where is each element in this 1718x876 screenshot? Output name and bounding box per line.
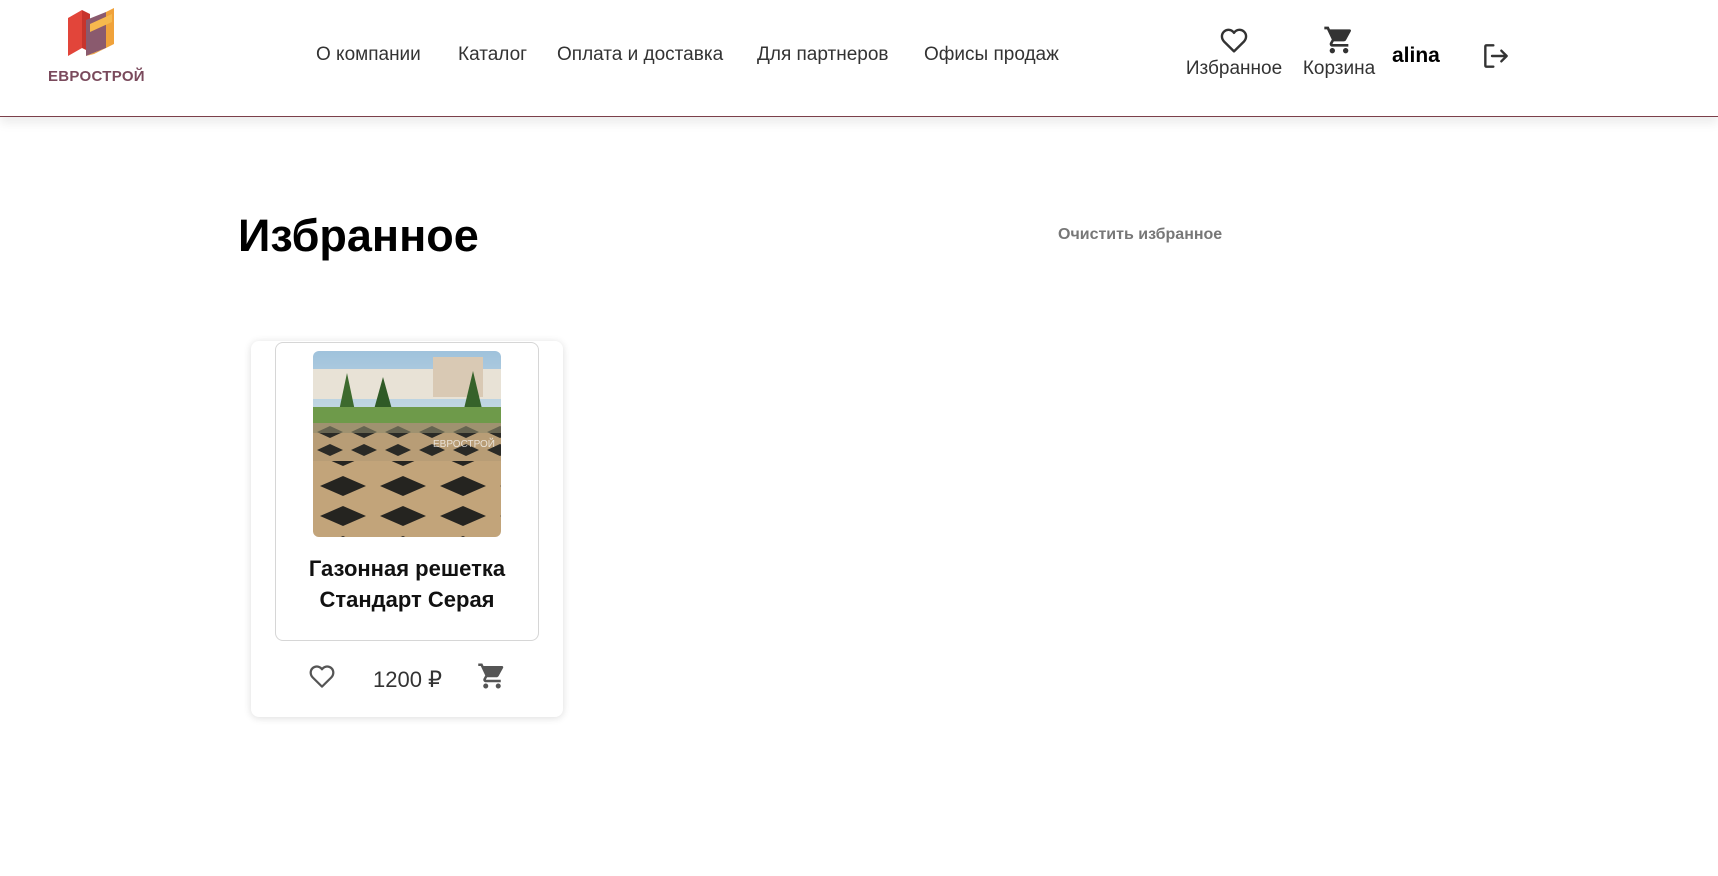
page-title: Избранное	[238, 210, 479, 261]
user-name[interactable]: alina	[1392, 44, 1440, 68]
heart-outline-icon	[309, 665, 335, 688]
header-cart-button[interactable]: Корзина	[1298, 24, 1380, 80]
product-price: 1200 ₽	[373, 667, 443, 692]
shopping-cart-icon	[1324, 26, 1352, 54]
brand-name: ЕВРОСТРОЙ	[48, 68, 145, 85]
photo-watermark: ЕВРОСТРОЙ	[433, 437, 495, 450]
product-image: ЕВРОСТРОЙ	[313, 351, 501, 537]
logout-icon	[1484, 44, 1508, 68]
nav-item-partners[interactable]: Для партнеров	[757, 44, 889, 66]
clear-favorites-button[interactable]: Очистить избранное	[1058, 226, 1222, 244]
product-card: ЕВРОСТРОЙ Газонная решетка Стандарт Сера…	[251, 341, 563, 717]
brand-logo[interactable]: ЕВРОСТРОЙ	[48, 8, 145, 100]
header-favorites-label: Избранное	[1185, 58, 1283, 79]
heart-outline-icon	[1220, 28, 1248, 53]
add-to-cart-button[interactable]	[477, 661, 507, 696]
nav-item-catalog[interactable]: Каталог	[458, 44, 527, 66]
site-header: ЕВРОСТРОЙ О компании Каталог Оплата и до…	[0, 0, 1718, 117]
brand-logo-mark	[68, 8, 114, 56]
product-name: Газонная решетка Стандарт Серая	[308, 556, 506, 612]
product-card-link[interactable]: ЕВРОСТРОЙ Газонная решетка Стандарт Сера…	[275, 342, 539, 641]
remove-from-favorites-button[interactable]	[307, 661, 337, 696]
nav-item-payment-delivery[interactable]: Оплата и доставка	[557, 44, 723, 66]
header-favorites-button[interactable]: Избранное	[1182, 24, 1286, 80]
lawn-grid-photo: ЕВРОСТРОЙ	[313, 351, 501, 537]
nav-item-sales-offices[interactable]: Офисы продаж	[924, 44, 1059, 66]
header-cart-label: Корзина	[1302, 58, 1376, 79]
shopping-cart-icon	[478, 663, 504, 689]
logout-button[interactable]	[1480, 40, 1512, 77]
nav-item-about[interactable]: О компании	[316, 44, 421, 66]
